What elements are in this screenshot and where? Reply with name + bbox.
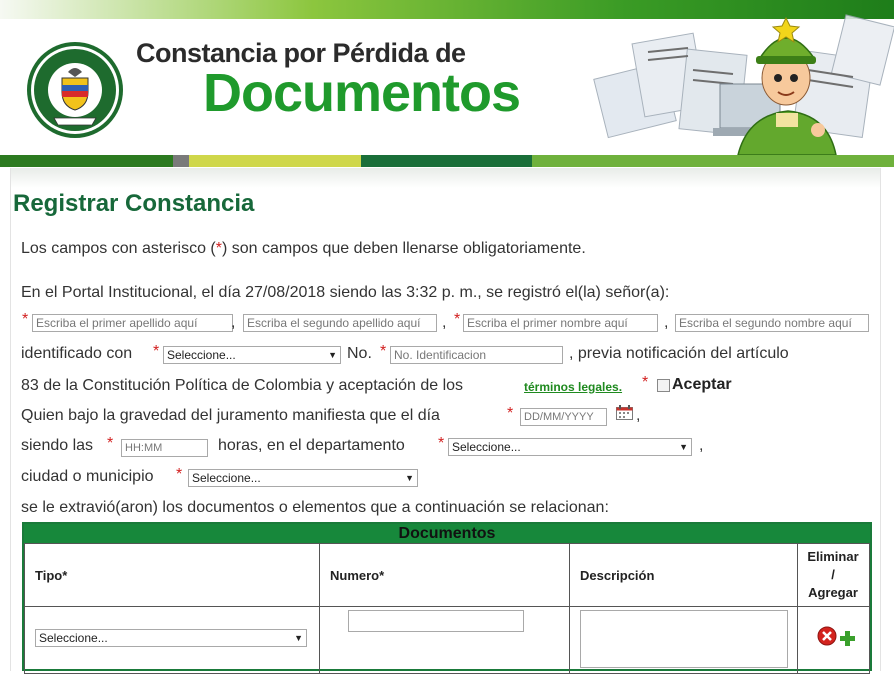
numero-cell xyxy=(319,606,570,674)
department-select[interactable]: Seleccione... xyxy=(448,438,692,456)
required-asterisk: * xyxy=(153,343,160,360)
accept-label: Aceptar xyxy=(672,376,732,393)
page: Constancia por Pérdida de Documentos Reg… xyxy=(0,0,894,674)
documents-table: Documentos Tipo* Numero* Descripción Eli… xyxy=(22,522,872,674)
identificado-label: identificado con xyxy=(21,345,133,362)
comma: , xyxy=(664,314,669,331)
previa-text: , previa notificación del artículo xyxy=(569,345,789,362)
required-asterisk: * xyxy=(507,405,514,422)
first-surname-input[interactable]: Escriba el primer apellido aquí xyxy=(32,314,233,332)
banner-stripe xyxy=(0,155,173,167)
juramento-text: Quien bajo la gravedad del juramento man… xyxy=(21,407,440,424)
intro-text-a: Los campos con asterisco ( xyxy=(21,240,216,257)
second-name-input[interactable]: Escriba el segundo nombre aquí xyxy=(675,314,869,332)
row-action-icons xyxy=(817,626,855,646)
required-asterisk: * xyxy=(454,311,461,328)
banner-title-line2: Documentos xyxy=(203,63,521,123)
column-header-descripcion: Descripción xyxy=(569,543,798,607)
main-content: Registrar Constancia Los campos con aste… xyxy=(10,168,881,674)
content-top-shade xyxy=(11,168,880,188)
horas-departamento-text: horas, en el departamento xyxy=(218,437,405,454)
siendo-label: siendo las xyxy=(21,437,94,454)
banner-stripe xyxy=(532,155,894,167)
header-banner: Constancia por Pérdida de Documentos xyxy=(0,0,894,168)
column-header-actions: Eliminar / Agregar xyxy=(797,543,870,607)
table-row: Seleccione... xyxy=(24,606,870,674)
city-select[interactable]: Seleccione... xyxy=(188,469,418,487)
add-icon[interactable] xyxy=(840,631,855,646)
police-seal-logo xyxy=(27,42,123,138)
column-header-numero: Numero* xyxy=(319,543,570,607)
required-asterisk: * xyxy=(107,435,114,452)
delete-icon[interactable] xyxy=(817,626,837,646)
documents-table-title: Documentos xyxy=(24,524,870,543)
slash-label: / xyxy=(831,567,835,582)
accept-terms-checkbox[interactable] xyxy=(657,379,670,392)
second-surname-input[interactable]: Escriba el segundo apellido aquí xyxy=(243,314,437,332)
required-asterisk: * xyxy=(380,343,387,360)
actions-cell xyxy=(797,606,870,674)
first-name-input[interactable]: Escriba el primer nombre aquí xyxy=(463,314,658,332)
date-input[interactable]: DD/MM/YYYY xyxy=(520,408,607,426)
row-description-textarea[interactable] xyxy=(580,610,788,668)
time-input[interactable]: HH:MM xyxy=(121,439,208,457)
required-asterisk: * xyxy=(176,466,183,483)
comma: , xyxy=(699,437,704,454)
banner-stripe xyxy=(189,155,361,167)
table-header-row: Tipo* Numero* Descripción Eliminar / Agr… xyxy=(24,543,870,607)
column-header-tipo: Tipo* xyxy=(24,543,320,607)
row-document-type-select[interactable]: Seleccione... xyxy=(35,629,307,647)
intro-text-b: ) son campos que deben llenarse obligato… xyxy=(221,240,586,257)
article-83-text: 83 de la Constitución Política de Colomb… xyxy=(21,377,464,394)
required-asterisk: * xyxy=(438,435,445,452)
portal-registration-text: En el Portal Institucional, el día 27/08… xyxy=(21,284,670,301)
tipo-cell: Seleccione... xyxy=(24,606,320,674)
comma: , xyxy=(636,407,641,424)
descripcion-cell xyxy=(569,606,798,674)
agregar-label: Agregar xyxy=(808,585,858,600)
required-asterisk: * xyxy=(642,374,649,391)
legal-terms-link[interactable]: términos legales. xyxy=(524,380,622,394)
calendar-icon[interactable] xyxy=(616,405,633,420)
extravio-text: se le extravió(aron) los documentos o el… xyxy=(21,499,609,516)
banner-stripe xyxy=(173,155,189,167)
police-officer-illustration xyxy=(593,14,894,155)
comma: , xyxy=(231,314,236,331)
documents-grid: Tipo* Numero* Descripción Eliminar / Agr… xyxy=(24,543,870,674)
page-title: Registrar Constancia xyxy=(13,190,255,217)
required-fields-note: Los campos con asterisco (*) son campos … xyxy=(21,240,586,258)
document-type-select[interactable]: Seleccione... xyxy=(163,346,341,364)
required-asterisk: * xyxy=(22,311,29,328)
no-label: No. xyxy=(347,345,372,362)
eliminar-label: Eliminar xyxy=(807,549,859,564)
id-number-input[interactable]: No. Identificacion xyxy=(390,346,563,364)
banner-stripe xyxy=(361,155,532,167)
comma: , xyxy=(442,314,447,331)
row-number-input[interactable] xyxy=(348,610,524,632)
ciudad-label: ciudad o municipio xyxy=(21,468,154,485)
